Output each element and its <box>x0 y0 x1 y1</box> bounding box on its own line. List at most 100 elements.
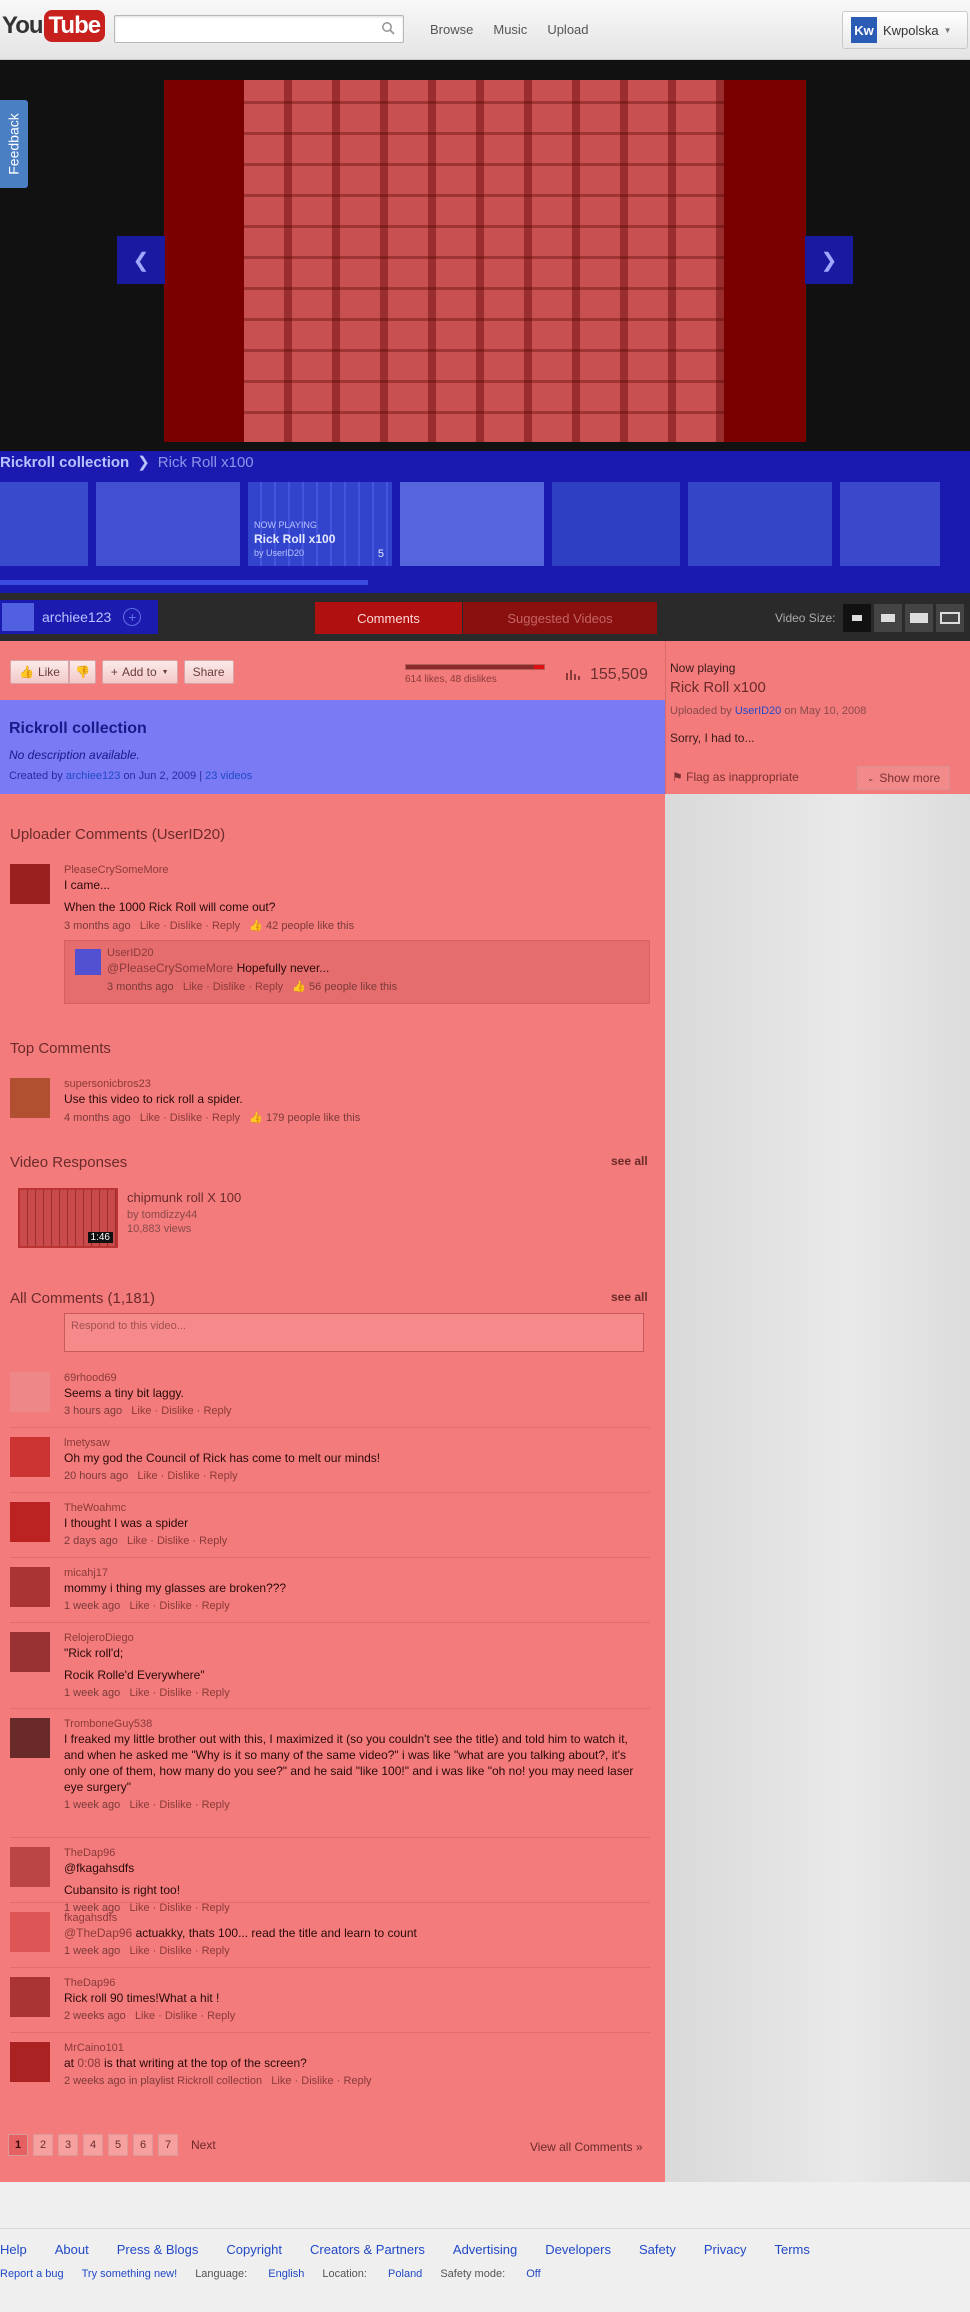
footer-link-developers[interactable]: Developers <box>545 2242 611 2257</box>
page-5[interactable]: 5 <box>108 2134 128 2156</box>
dislike-link[interactable]: Dislike <box>157 1535 189 1547</box>
like-link[interactable]: Like <box>131 1405 151 1417</box>
comment-user[interactable]: TheDap96 <box>64 1977 650 1989</box>
comment-user[interactable]: RelojeroDiego <box>64 1632 650 1644</box>
youtube-logo[interactable]: You Tube <box>2 10 106 42</box>
playlist-thumb[interactable] <box>96 482 240 566</box>
like-link[interactable]: Like <box>140 920 160 932</box>
playlist-link[interactable]: Rickroll collection <box>177 2075 262 2087</box>
avatar[interactable] <box>10 1977 50 2017</box>
size-medium-icon[interactable] <box>873 604 902 632</box>
page-6[interactable]: 6 <box>133 2134 153 2156</box>
timestamp-link[interactable]: 0:08 <box>77 2056 100 2070</box>
reply-link[interactable]: Reply <box>202 1945 230 1957</box>
playlist-title[interactable]: Rickroll collection <box>9 720 147 738</box>
comment-user[interactable]: MrCaino101 <box>64 2042 650 2054</box>
avatar[interactable] <box>75 949 101 975</box>
share-button[interactable]: Share <box>183 660 234 684</box>
like-link[interactable]: Like <box>129 1687 149 1699</box>
comment-textarea[interactable]: Respond to this video... <box>64 1313 644 1352</box>
dislike-link[interactable]: Dislike <box>170 920 202 932</box>
mention-link[interactable]: @PleaseCrySomeMore <box>107 961 233 975</box>
playlist-scrollbar[interactable] <box>0 580 368 585</box>
comment-user[interactable]: TheDap96 <box>64 1847 650 1859</box>
reply-link[interactable]: Reply <box>210 1470 238 1482</box>
dislike-link[interactable]: Dislike <box>159 1799 191 1811</box>
size-large-icon[interactable] <box>904 604 933 632</box>
avatar[interactable] <box>10 2042 50 2082</box>
response-thumbnail[interactable]: 1:46 <box>18 1188 118 1248</box>
playlist-thumb-now-playing[interactable]: NOW PLAYING Rick Roll x100 by UserID20 5 <box>248 482 392 566</box>
search-input[interactable] <box>114 15 404 43</box>
like-link[interactable]: Like <box>135 2010 155 2022</box>
footer-link-safety[interactable]: Safety <box>639 2242 676 2257</box>
page-2[interactable]: 2 <box>33 2134 53 2156</box>
prev-arrow-icon[interactable]: ❮ <box>117 236 165 284</box>
comment-user[interactable]: fkagahsdfs <box>64 1912 650 1924</box>
safety-mode-selector[interactable]: Off <box>526 2268 540 2280</box>
reply-link[interactable]: Reply <box>207 2010 235 2022</box>
video-player[interactable] <box>164 80 806 442</box>
report-bug-link[interactable]: Report a bug <box>0 2268 64 2280</box>
search-icon[interactable] <box>381 21 395 35</box>
footer-link-privacy[interactable]: Privacy <box>704 2242 747 2257</box>
next-page-link[interactable]: Next <box>191 2138 216 2152</box>
tab-comments[interactable]: Comments <box>315 602 462 634</box>
reply-link[interactable]: Reply <box>203 1405 231 1417</box>
comment-user[interactable]: TheWoahmc <box>64 1502 650 1514</box>
uploader-link[interactable]: UserID20 <box>735 705 781 717</box>
footer-link-copyright[interactable]: Copyright <box>226 2242 282 2257</box>
nav-upload[interactable]: Upload <box>547 22 588 37</box>
footer-link-terms[interactable]: Terms <box>774 2242 809 2257</box>
feedback-tab[interactable]: Feedback <box>0 100 28 188</box>
footer-link-help[interactable]: Help <box>0 2242 27 2257</box>
language-selector[interactable]: English <box>268 2268 304 2280</box>
avatar[interactable] <box>10 1372 50 1412</box>
like-link[interactable]: Like <box>183 981 203 993</box>
show-more-button[interactable]: ⌄ Show more <box>857 766 950 790</box>
avatar[interactable] <box>10 1912 50 1952</box>
like-link[interactable]: Like <box>129 1600 149 1612</box>
view-all-comments-link[interactable]: View all Comments » <box>530 2140 643 2154</box>
page-3[interactable]: 3 <box>58 2134 78 2156</box>
like-link[interactable]: Like <box>129 1945 149 1957</box>
playlist-thumb[interactable] <box>552 482 680 566</box>
videos-link[interactable]: 23 videos <box>205 770 252 782</box>
reply-link[interactable]: Reply <box>212 1112 240 1124</box>
reply-link[interactable]: Reply <box>202 1600 230 1612</box>
like-link[interactable]: Like <box>137 1470 157 1482</box>
subscribe-plus-icon[interactable]: + <box>123 608 142 626</box>
reply-link[interactable]: Reply <box>212 920 240 932</box>
comment-user[interactable]: lmetysaw <box>64 1437 650 1449</box>
avatar[interactable] <box>10 1632 50 1672</box>
location-selector[interactable]: Poland <box>388 2268 422 2280</box>
dislike-link[interactable]: Dislike <box>159 1945 191 1957</box>
footer-link-advertising[interactable]: Advertising <box>453 2242 517 2257</box>
comment-user[interactable]: PleaseCrySomeMore <box>64 864 650 876</box>
dislike-link[interactable]: Dislike <box>161 1405 193 1417</box>
flag-link[interactable]: ⚑ Flag as inappropriate <box>672 770 799 784</box>
dislike-link[interactable]: Dislike <box>170 1112 202 1124</box>
avatar[interactable] <box>10 1847 50 1887</box>
dislike-button[interactable]: 👎 <box>68 660 96 684</box>
nav-browse[interactable]: Browse <box>430 22 473 37</box>
comment-user[interactable]: UserID20 <box>107 947 643 959</box>
channel-owner[interactable]: archiee123 + <box>0 600 158 634</box>
playlist-link[interactable]: Rickroll collection <box>0 454 129 471</box>
page-1[interactable]: 1 <box>8 2134 28 2156</box>
fullscreen-icon[interactable] <box>935 604 964 632</box>
footer-link-press[interactable]: Press & Blogs <box>117 2242 199 2257</box>
reply-link[interactable]: Reply <box>202 1799 230 1811</box>
see-all-link[interactable]: see all <box>611 1154 648 1168</box>
see-all-link[interactable]: see all <box>611 1290 648 1304</box>
reply-link[interactable]: Reply <box>343 2075 371 2087</box>
tab-suggested-videos[interactable]: Suggested Videos <box>463 602 657 634</box>
like-link[interactable]: Like <box>127 1535 147 1547</box>
creator-link[interactable]: archiee123 <box>66 770 120 782</box>
avatar[interactable] <box>10 1567 50 1607</box>
dislike-link[interactable]: Dislike <box>167 1470 199 1482</box>
footer-link-creators[interactable]: Creators & Partners <box>310 2242 425 2257</box>
page-7[interactable]: 7 <box>158 2134 178 2156</box>
dislike-link[interactable]: Dislike <box>159 1687 191 1699</box>
playlist-thumb[interactable] <box>400 482 544 566</box>
